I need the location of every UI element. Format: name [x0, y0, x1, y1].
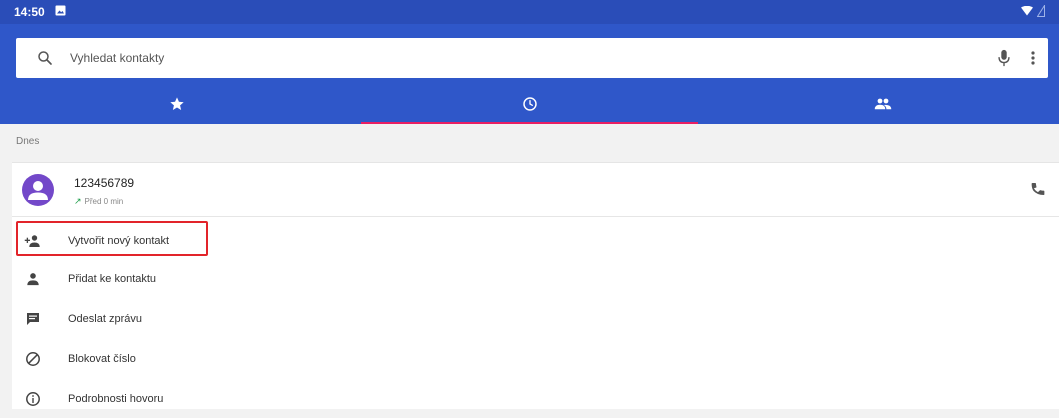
action-block-number[interactable]: Blokovat číslo — [12, 340, 1059, 378]
tab-bar — [0, 84, 1059, 124]
battery-icon — [1036, 3, 1045, 20]
photo-notification-icon — [55, 5, 66, 19]
people-icon — [874, 98, 891, 110]
wifi-icon — [1021, 5, 1033, 19]
clock-icon — [522, 97, 537, 111]
call-time: Před 0 min — [84, 197, 124, 206]
tab-recents[interactable] — [353, 84, 706, 124]
person-icon — [24, 270, 42, 288]
block-icon — [24, 350, 42, 368]
call-back-icon[interactable] — [1029, 180, 1047, 198]
call-meta: ↗ Před 0 min — [74, 196, 123, 207]
search-icon — [38, 51, 52, 65]
search-area — [0, 24, 1059, 84]
action-label: Přidat ke kontaktu — [68, 273, 157, 285]
call-log-card: 123456789 ↗ Před 0 min Vytvořit nový kon… — [12, 162, 1059, 409]
action-label: Podrobnosti hovoru — [68, 393, 164, 405]
search-input[interactable] — [68, 50, 996, 66]
action-label: Blokovat číslo — [68, 353, 136, 365]
message-icon — [24, 310, 42, 328]
status-time: 14:50 — [14, 5, 45, 19]
call-log-entry[interactable]: 123456789 ↗ Před 0 min — [12, 163, 1059, 217]
action-call-details[interactable]: Podrobnosti hovoru — [12, 380, 1059, 418]
more-options-icon[interactable] — [1030, 50, 1036, 66]
default-avatar-icon — [28, 181, 48, 200]
section-header-today: Dnes — [16, 136, 40, 147]
status-bar: 14:50 — [0, 0, 1059, 24]
info-icon — [24, 390, 42, 408]
outgoing-call-icon: ↗ — [74, 196, 82, 206]
action-add-to-contact[interactable]: Přidat ke kontaktu — [12, 260, 1059, 298]
action-send-message[interactable]: Odeslat zprávu — [12, 300, 1059, 338]
action-label: Odeslat zprávu — [68, 313, 142, 325]
caller-number: 123456789 — [74, 176, 135, 190]
tab-favorites[interactable] — [0, 84, 353, 124]
mic-icon[interactable] — [996, 49, 1012, 67]
search-bar[interactable] — [16, 38, 1048, 78]
avatar — [22, 174, 54, 206]
star-icon — [169, 97, 184, 110]
tab-contacts[interactable] — [706, 84, 1059, 124]
highlight-annotation — [16, 221, 208, 256]
